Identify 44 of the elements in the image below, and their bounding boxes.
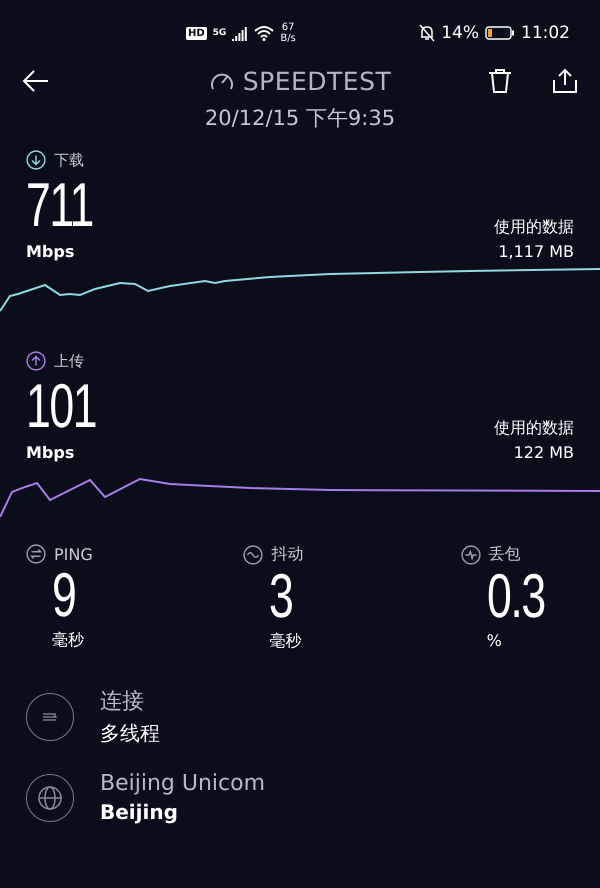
test-date: 20/12/15 下午9:35: [204, 105, 396, 132]
data-used-value: 122 MB: [514, 443, 574, 462]
signal-icon: [232, 25, 248, 41]
globe-icon: [26, 774, 74, 822]
data-used-value: 1,117 MB: [498, 242, 574, 261]
metric-unit: %: [486, 631, 503, 650]
detail-value: 多线程: [100, 720, 160, 747]
metric-unit: 毫秒: [51, 630, 85, 651]
detail-title: Beijing Unicom: [100, 771, 266, 796]
data-used-label: 使用的数据: [494, 217, 574, 238]
metric-label: 抖动: [271, 544, 304, 565]
wave-icon: [243, 544, 264, 564]
speed-unit: B/s: [280, 33, 296, 44]
metric-label: PING: [54, 544, 93, 564]
muted-bell-icon: [419, 24, 436, 42]
hd-badge: HD: [186, 26, 207, 40]
battery-icon: [485, 25, 515, 41]
clock-time: 11:02: [521, 23, 570, 43]
data-used-label: 使用的数据: [494, 418, 574, 439]
detail-value: Beijing: [100, 800, 179, 824]
metric-value: 0.3: [486, 565, 544, 629]
speed-value: 67: [282, 22, 294, 33]
result-label: 上传: [54, 352, 84, 370]
upload-icon: [26, 351, 46, 371]
speed-value: 711: [26, 174, 93, 238]
speed-value: 101: [26, 375, 96, 439]
battery-percent: 14%: [441, 23, 479, 43]
download-icon: [26, 150, 46, 170]
app-title: SPEEDTEST: [242, 66, 392, 96]
metric-unit: 毫秒: [268, 631, 302, 652]
network-label: 5G: [212, 28, 226, 38]
connections-icon: [26, 692, 74, 740]
metric-value: 3: [269, 565, 293, 629]
metric-value: 9: [52, 564, 76, 628]
ping-icon: [26, 544, 46, 564]
speed-unit: Mbps: [26, 242, 76, 261]
metric-label: 丢包: [488, 544, 521, 565]
detail-title: 连接: [100, 688, 145, 716]
result-label: 下载: [54, 150, 84, 170]
delete-button[interactable]: [486, 66, 514, 96]
speed-unit: Mbps: [26, 443, 76, 462]
pulse-icon: [460, 544, 481, 564]
share-button[interactable]: [550, 66, 580, 96]
wifi-icon: [254, 25, 274, 41]
